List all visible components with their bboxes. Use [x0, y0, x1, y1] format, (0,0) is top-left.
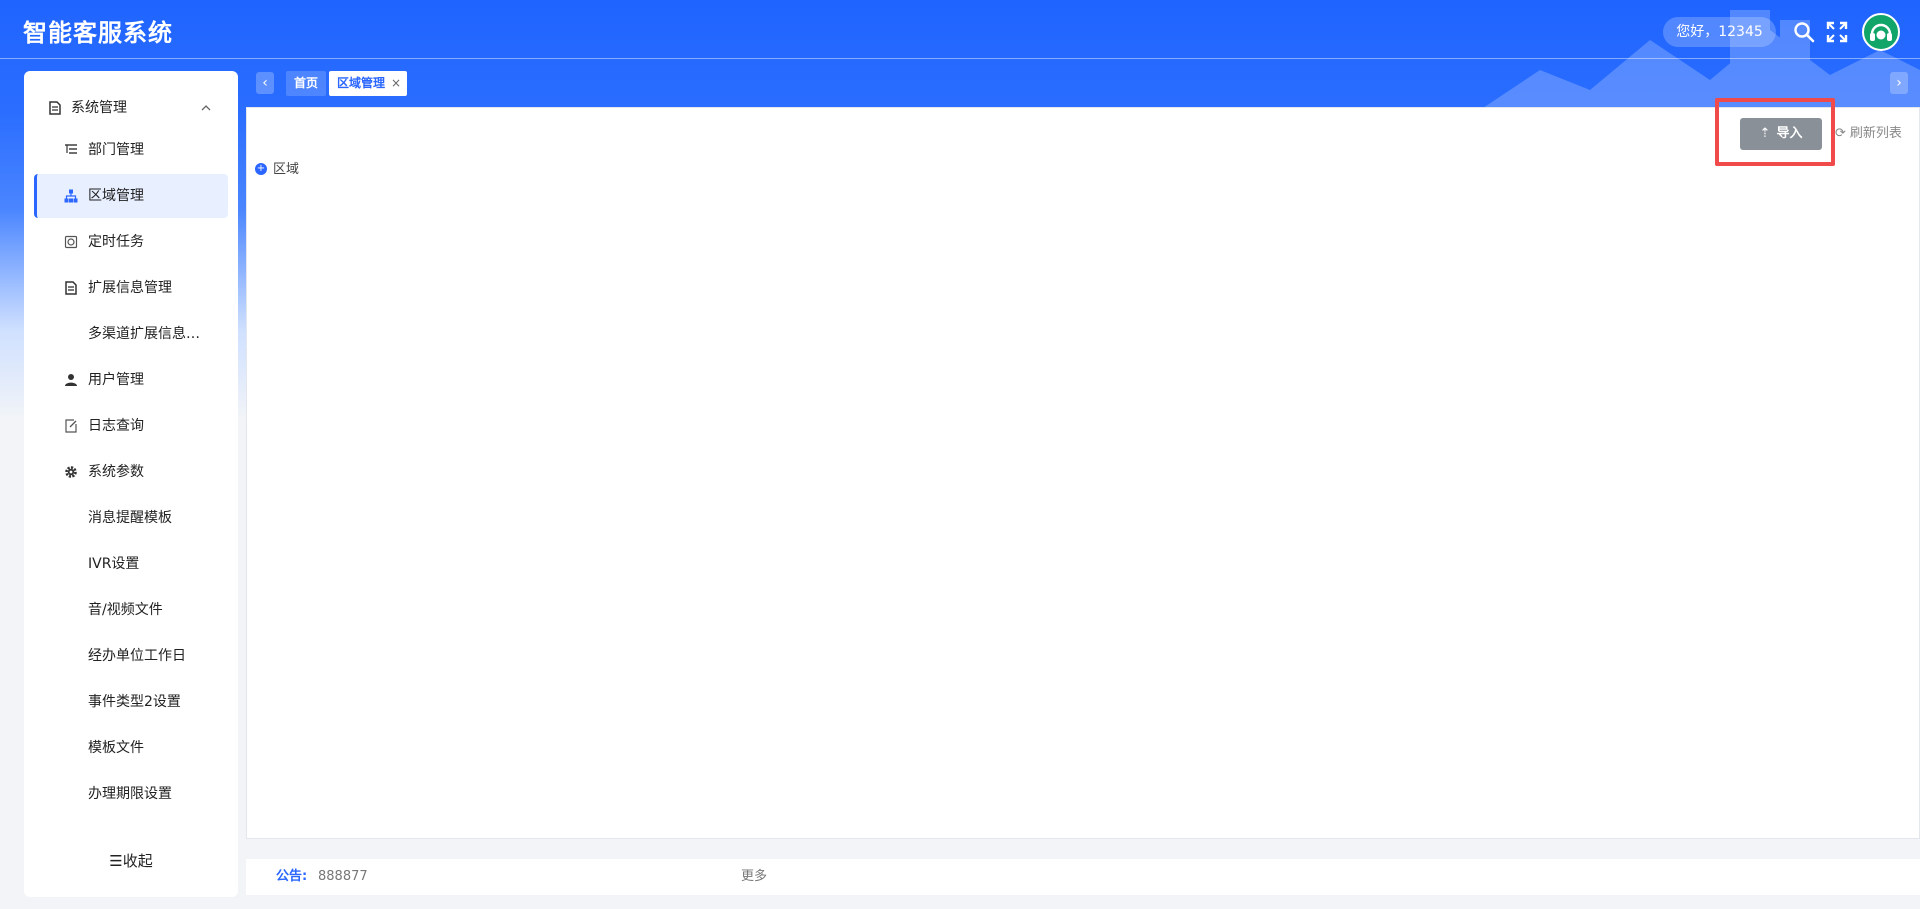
sidebar-item-label: 事件类型2设置	[88, 694, 181, 710]
sidebar-item-scheduled-task[interactable]: 定时任务	[24, 220, 238, 264]
avatar[interactable]	[1862, 13, 1900, 51]
sidebar-item-template-file[interactable]: 模板文件	[24, 726, 238, 770]
gear-icon	[65, 466, 77, 478]
sidebar-item-label: IVR设置	[88, 556, 140, 572]
doc-icon	[65, 281, 77, 295]
refresh-list-button[interactable]: ⟳ 刷新列表	[1835, 118, 1902, 150]
expand-plus-icon[interactable]: +	[255, 162, 267, 175]
tab-label: 区域管理	[337, 76, 386, 90]
tree-node-label: 区域	[273, 162, 300, 177]
main-panel: ⇡ 导入 ⟳ 刷新列表 + 区域	[246, 98, 1920, 839]
import-button[interactable]: ⇡ 导入	[1740, 118, 1822, 150]
sidebar-item-user-management[interactable]: 用户管理	[24, 358, 238, 402]
edit-doc-icon	[65, 419, 77, 433]
sidebar-item-deadline-settings[interactable]: 办理期限设置	[24, 772, 238, 816]
sidebar-item-label: 部门管理	[88, 142, 144, 158]
sidebar-item-extension-info[interactable]: 扩展信息管理	[24, 266, 238, 310]
sidebar-item-log-query[interactable]: 日志查询	[24, 404, 238, 448]
sidebar-item-system-management[interactable]: 系统管理	[24, 86, 238, 130]
sidebar-item-label: 办理期限设置	[88, 786, 172, 802]
headset-icon	[1870, 23, 1892, 41]
sidebar-item-area[interactable]: 区域管理	[34, 174, 228, 218]
sidebar-item-label: 多渠道扩展信息…	[88, 326, 200, 342]
search-icon[interactable]	[1792, 20, 1816, 44]
sidebar-item-message-template[interactable]: 消息提醒模板	[24, 496, 238, 540]
org-chart-icon	[64, 189, 78, 203]
sidebar-item-label: 日志查询	[88, 418, 144, 434]
sidebar-item-event-type[interactable]: 事件类型2设置	[24, 680, 238, 724]
sidebar-item-label: 扩展信息管理	[88, 280, 172, 296]
collapse-sidebar-button[interactable]: ☰收起	[24, 839, 238, 883]
notice-text[interactable]: 888877	[318, 859, 368, 895]
sidebar-item-label: 系统参数	[88, 464, 144, 480]
notice-more-link[interactable]: 更多	[741, 859, 767, 895]
fullscreen-icon[interactable]	[1825, 20, 1849, 44]
timer-icon	[64, 235, 78, 249]
sidebar-item-workday[interactable]: 经办单位工作日	[24, 634, 238, 678]
tab-close-icon[interactable]: ×	[391, 71, 401, 96]
doc-icon	[49, 101, 61, 115]
sidebar-item-system-params[interactable]: 系统参数	[24, 450, 238, 494]
header-divider	[0, 58, 1920, 59]
sidebar-item-label: 经办单位工作日	[88, 648, 186, 664]
notice-bar: 公告: 888877 更多	[246, 859, 1920, 895]
notice-label: 公告:	[276, 869, 308, 884]
sidebar-item-label: 用户管理	[88, 372, 144, 388]
sidebar-item-multichannel-extension[interactable]: 多渠道扩展信息…	[24, 312, 238, 356]
sidebar-item-department[interactable]: 部门管理	[24, 128, 238, 172]
tree-node-root[interactable]: + 区域	[255, 160, 299, 180]
sidebar: 系统管理 部门管理 区域管理 定时任务 扩展信息管理 多渠道扩展信息… 用户管理…	[24, 71, 238, 897]
sidebar-item-label: 区域管理	[88, 188, 144, 204]
tab-home[interactable]: 首页	[286, 71, 327, 96]
sidebar-item-ivr-settings[interactable]: IVR设置	[24, 542, 238, 586]
tab-area-management[interactable]: 区域管理 ×	[329, 71, 408, 96]
sidebar-item-label: 系统管理	[71, 100, 127, 116]
list-tree-icon	[65, 144, 77, 154]
sidebar-item-audio-video[interactable]: 音/视频文件	[24, 588, 238, 632]
tabs-prev-button[interactable]: ‹	[256, 72, 274, 94]
import-label: 导入	[1776, 126, 1803, 141]
upload-icon: ⇡	[1759, 126, 1771, 141]
user-icon	[65, 374, 77, 386]
sidebar-item-label: 消息提醒模板	[88, 510, 172, 526]
user-greeting[interactable]: 您好，12345	[1663, 17, 1776, 47]
app-title: 智能客服系统	[23, 19, 173, 47]
sidebar-item-label: 模板文件	[88, 740, 144, 756]
chevron-up-icon	[201, 105, 211, 111]
sidebar-item-label: 定时任务	[88, 234, 144, 250]
refresh-label: 刷新列表	[1849, 126, 1902, 141]
tabs-next-button[interactable]: ›	[1890, 72, 1908, 94]
sidebar-item-label: 音/视频文件	[88, 602, 163, 618]
refresh-icon: ⟳	[1835, 126, 1846, 141]
menu-scroll-fade	[24, 821, 238, 841]
